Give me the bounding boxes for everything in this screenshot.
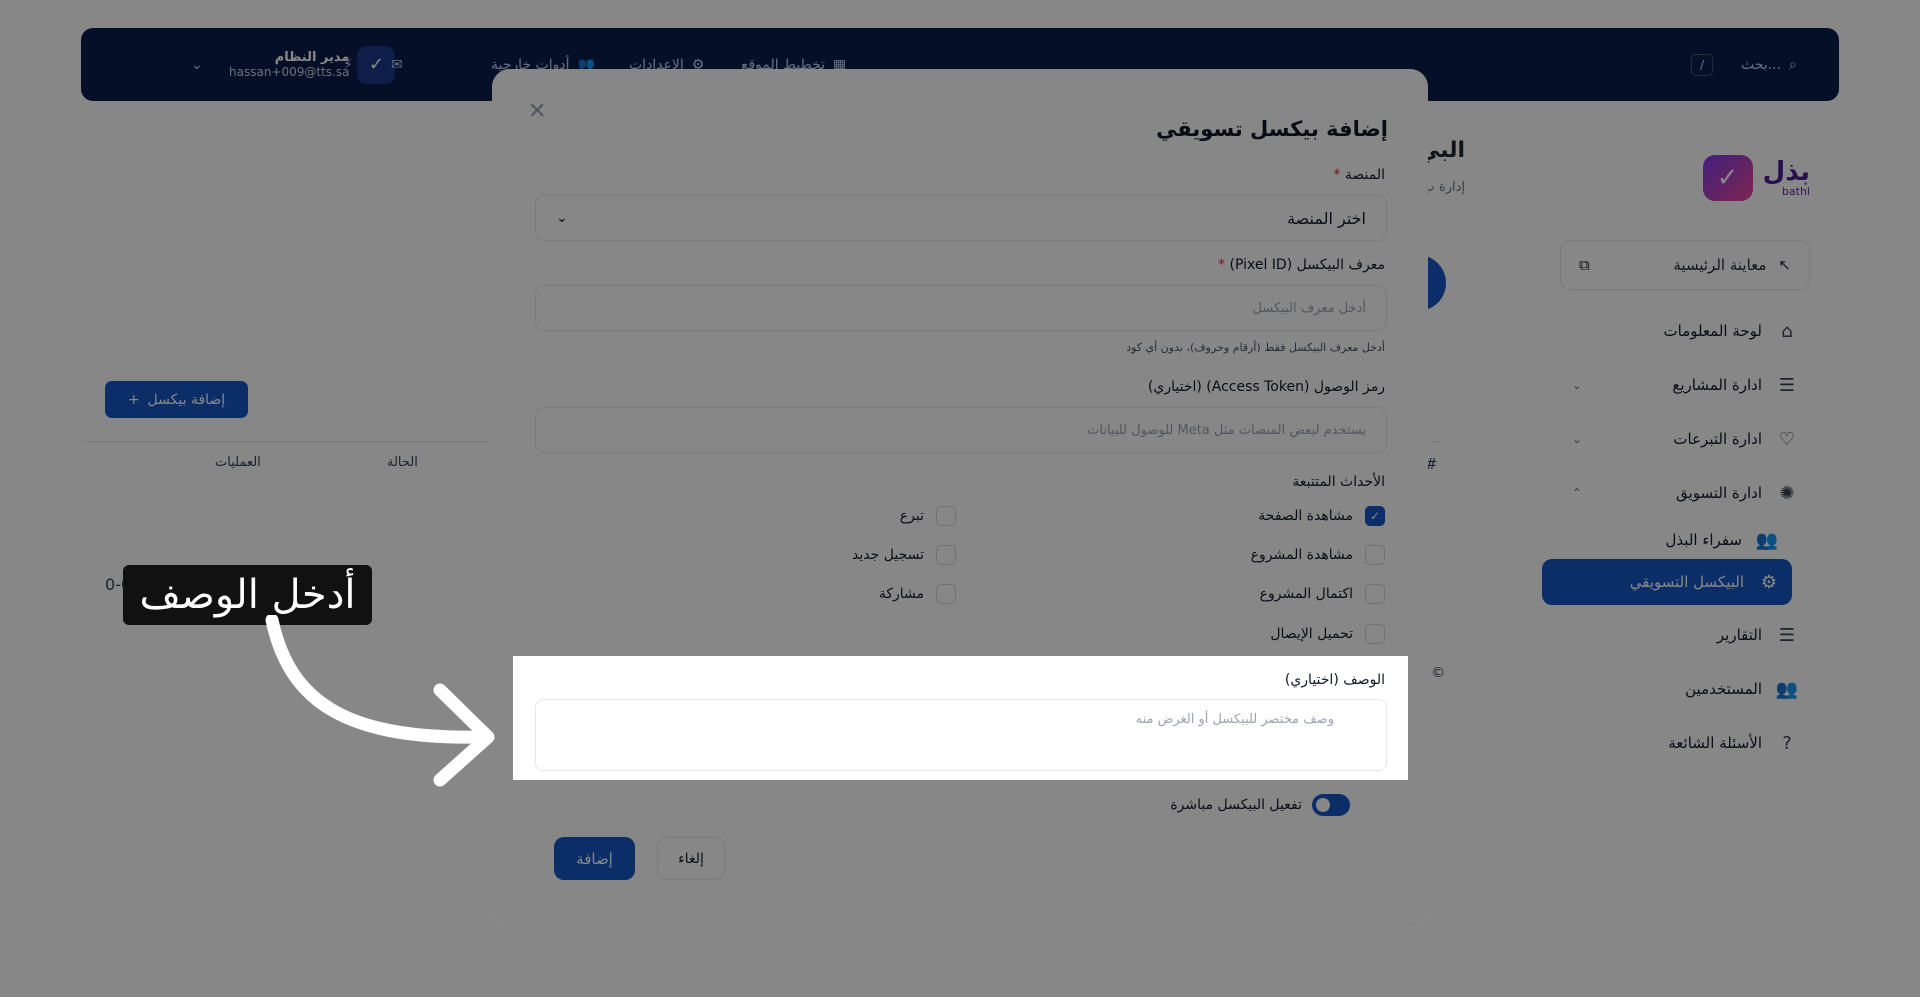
checkbox[interactable] [936, 584, 956, 604]
modal-title: إضافة بيكسل تسويقي [1156, 117, 1388, 141]
close-icon[interactable]: ✕ [528, 99, 546, 124]
checkbox[interactable] [1365, 545, 1385, 565]
description-textarea[interactable]: وصف مختصر للبيكسل أو الغرض منه [535, 699, 1387, 771]
event-donate[interactable]: تبرع [900, 506, 956, 526]
checkbox[interactable] [936, 506, 956, 526]
event-share[interactable]: مشاركة [879, 584, 956, 604]
event-receipt-download[interactable]: تحميل الإيصال [1270, 624, 1385, 644]
curved-arrow-icon [265, 615, 495, 787]
event-page-view[interactable]: ✓ مشاهدة الصفحة [1258, 506, 1385, 526]
add-button[interactable]: إضافة [554, 837, 635, 880]
add-pixel-modal: ✕ إضافة بيكسل تسويقي المنصة * اختر المنص… [492, 69, 1428, 928]
activate-pixel-row[interactable]: تفعيل البيكسل مباشرة [1170, 794, 1350, 816]
checkbox[interactable] [1365, 584, 1385, 604]
activate-toggle[interactable] [1312, 794, 1350, 816]
chevron-down-icon: ⌄ [556, 210, 568, 226]
event-new-registration[interactable]: تسجيل جديد [852, 545, 956, 565]
checkbox[interactable] [1365, 624, 1385, 644]
checkbox[interactable] [936, 545, 956, 565]
description-label: الوصف (اختياري) [1284, 672, 1385, 688]
description-highlight: الوصف (اختياري) وصف مختصر للبيكسل أو الغ… [513, 656, 1408, 780]
cancel-button[interactable]: إلغاء [657, 837, 725, 880]
platform-select[interactable]: اختر المنصة ⌄ [535, 195, 1387, 241]
pixel-id-help: أدخل معرف البيكسل فقط (أرقام وحروف)، بدو… [1126, 341, 1385, 354]
platform-label: المنصة * [1333, 167, 1385, 183]
events-label: الأحداث المتتبعة [1292, 474, 1385, 490]
access-token-input[interactable]: يستخدم لبعض المنصات مثل Meta للوصول للبي… [535, 407, 1387, 453]
checkbox-checked-icon[interactable]: ✓ [1365, 506, 1385, 526]
pixel-id-label: معرف البيكسل (Pixel ID) * [1218, 257, 1385, 273]
event-project-complete[interactable]: اكتمال المشروع [1260, 584, 1385, 604]
pixel-id-input[interactable]: أدخل معرف البيكسل [535, 285, 1387, 331]
access-token-label: رمز الوصول (Access Token) (اختياري) [1147, 379, 1385, 395]
event-project-view[interactable]: مشاهدة المشروع [1251, 545, 1385, 565]
